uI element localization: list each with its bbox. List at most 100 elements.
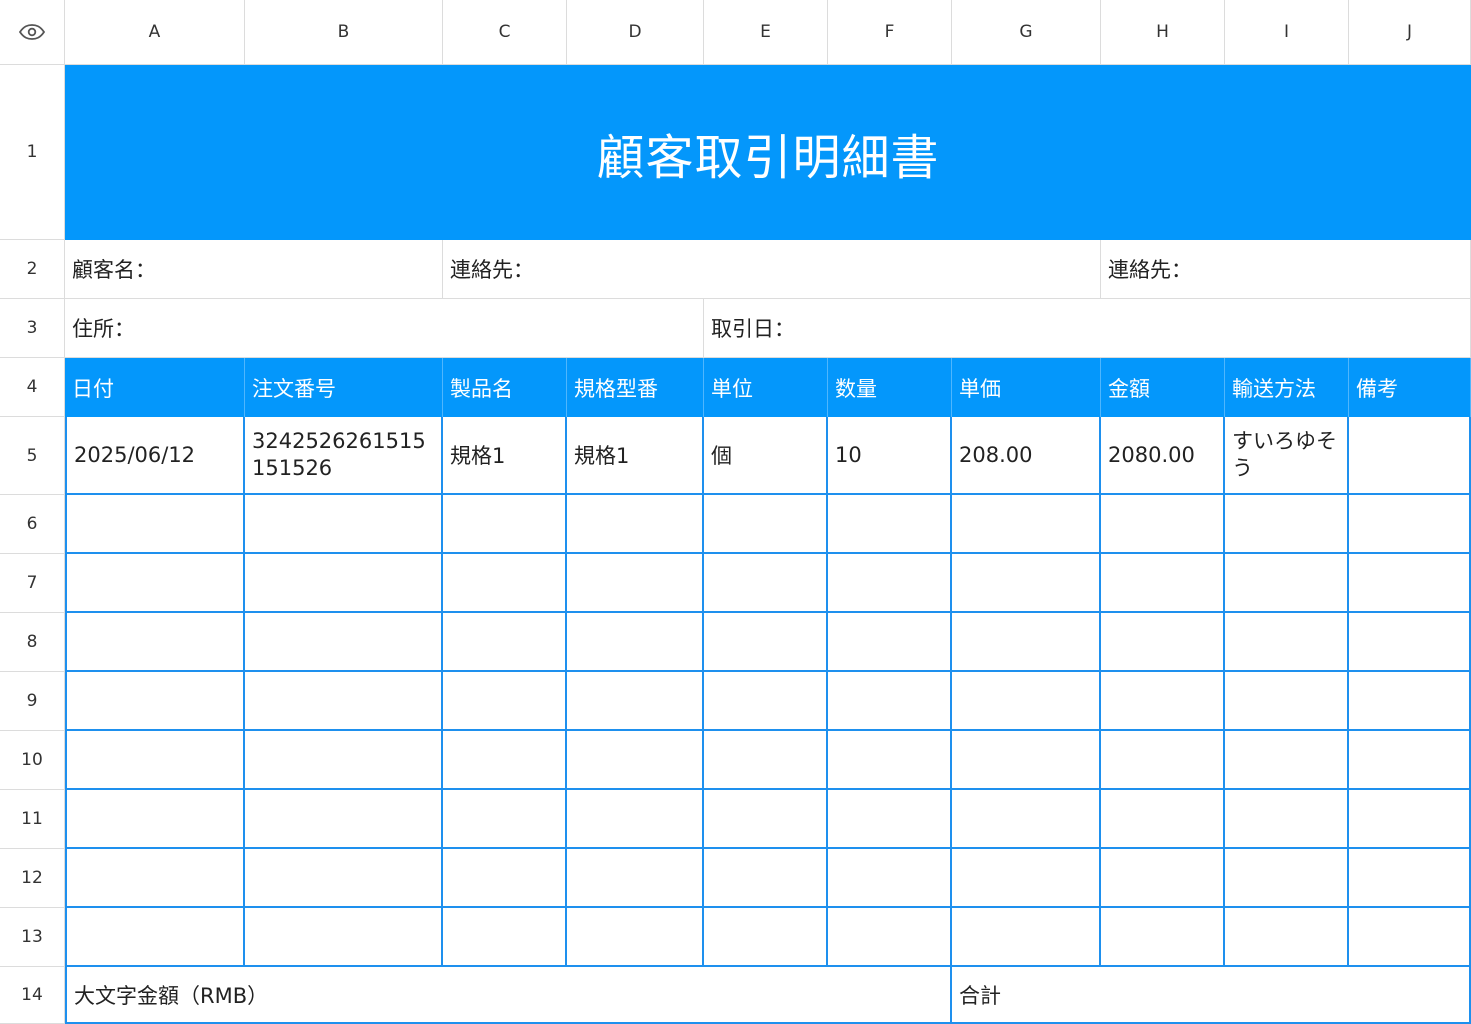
row-header-1[interactable]: 1 bbox=[0, 65, 65, 240]
empty-cell[interactable] bbox=[952, 849, 1101, 908]
empty-cell[interactable] bbox=[567, 908, 704, 967]
column-header-g[interactable]: G bbox=[952, 0, 1101, 65]
empty-cell[interactable] bbox=[1225, 613, 1349, 672]
title-cell[interactable]: 顧客取引明細書 bbox=[65, 65, 1471, 240]
empty-cell[interactable] bbox=[1101, 495, 1225, 554]
empty-cell[interactable] bbox=[245, 495, 443, 554]
empty-cell[interactable] bbox=[567, 849, 704, 908]
empty-cell[interactable] bbox=[704, 554, 828, 613]
empty-cell[interactable] bbox=[828, 495, 952, 554]
empty-cell[interactable] bbox=[1225, 672, 1349, 731]
empty-cell[interactable] bbox=[1349, 908, 1471, 967]
empty-cell[interactable] bbox=[952, 908, 1101, 967]
row-header-11[interactable]: 11 bbox=[0, 790, 65, 849]
empty-cell[interactable] bbox=[443, 554, 567, 613]
empty-cell[interactable] bbox=[952, 672, 1101, 731]
cell-unit-price[interactable]: 208.00 bbox=[952, 417, 1101, 495]
empty-cell[interactable] bbox=[245, 790, 443, 849]
row-header-6[interactable]: 6 bbox=[0, 495, 65, 554]
row-header-8[interactable]: 8 bbox=[0, 613, 65, 672]
header-unit-price[interactable]: 単価 bbox=[952, 358, 1101, 417]
empty-cell[interactable] bbox=[704, 613, 828, 672]
row-header-12[interactable]: 12 bbox=[0, 849, 65, 908]
amount-in-words-cell[interactable]: 大文字金額（RMB） bbox=[65, 967, 952, 1024]
empty-cell[interactable] bbox=[245, 613, 443, 672]
trade-date-cell[interactable]: 取引日： bbox=[704, 299, 1471, 358]
empty-cell[interactable] bbox=[1349, 554, 1471, 613]
empty-cell[interactable] bbox=[828, 554, 952, 613]
empty-cell[interactable] bbox=[1349, 495, 1471, 554]
empty-cell[interactable] bbox=[567, 495, 704, 554]
empty-cell[interactable] bbox=[443, 790, 567, 849]
empty-cell[interactable] bbox=[952, 790, 1101, 849]
empty-cell[interactable] bbox=[443, 908, 567, 967]
select-all-corner[interactable] bbox=[0, 0, 65, 65]
empty-cell[interactable] bbox=[952, 613, 1101, 672]
row-header-9[interactable]: 9 bbox=[0, 672, 65, 731]
cell-amount[interactable]: 2080.00 bbox=[1101, 417, 1225, 495]
empty-cell[interactable] bbox=[1101, 554, 1225, 613]
row-header-3[interactable]: 3 bbox=[0, 299, 65, 358]
empty-cell[interactable] bbox=[1349, 672, 1471, 731]
empty-cell[interactable] bbox=[1349, 731, 1471, 790]
empty-cell[interactable] bbox=[567, 790, 704, 849]
empty-cell[interactable] bbox=[65, 672, 245, 731]
empty-cell[interactable] bbox=[245, 672, 443, 731]
empty-cell[interactable] bbox=[704, 790, 828, 849]
empty-cell[interactable] bbox=[1101, 613, 1225, 672]
empty-cell[interactable] bbox=[65, 849, 245, 908]
empty-cell[interactable] bbox=[952, 554, 1101, 613]
header-model-number[interactable]: 規格型番 bbox=[567, 358, 704, 417]
address-cell[interactable]: 住所： bbox=[65, 299, 704, 358]
empty-cell[interactable] bbox=[1101, 790, 1225, 849]
empty-cell[interactable] bbox=[704, 731, 828, 790]
row-header-7[interactable]: 7 bbox=[0, 554, 65, 613]
empty-cell[interactable] bbox=[443, 495, 567, 554]
empty-cell[interactable] bbox=[567, 613, 704, 672]
empty-cell[interactable] bbox=[1225, 849, 1349, 908]
empty-cell[interactable] bbox=[704, 672, 828, 731]
empty-cell[interactable] bbox=[1349, 613, 1471, 672]
empty-cell[interactable] bbox=[245, 554, 443, 613]
empty-cell[interactable] bbox=[443, 849, 567, 908]
column-header-a[interactable]: A bbox=[65, 0, 245, 65]
empty-cell[interactable] bbox=[1225, 495, 1349, 554]
header-shipping-method[interactable]: 輸送方法 bbox=[1225, 358, 1349, 417]
cell-remarks[interactable] bbox=[1349, 417, 1471, 495]
empty-cell[interactable] bbox=[567, 672, 704, 731]
header-unit[interactable]: 単位 bbox=[704, 358, 828, 417]
empty-cell[interactable] bbox=[245, 849, 443, 908]
cell-order-number[interactable]: 3242526261515151526 bbox=[245, 417, 443, 495]
empty-cell[interactable] bbox=[704, 849, 828, 908]
header-date[interactable]: 日付 bbox=[65, 358, 245, 417]
empty-cell[interactable] bbox=[65, 908, 245, 967]
contact-cell-1[interactable]: 連絡先： bbox=[443, 240, 1101, 299]
empty-cell[interactable] bbox=[704, 908, 828, 967]
empty-cell[interactable] bbox=[65, 731, 245, 790]
row-header-13[interactable]: 13 bbox=[0, 908, 65, 967]
column-header-h[interactable]: H bbox=[1101, 0, 1225, 65]
total-cell[interactable]: 合計 bbox=[952, 967, 1471, 1024]
empty-cell[interactable] bbox=[828, 849, 952, 908]
empty-cell[interactable] bbox=[1101, 672, 1225, 731]
empty-cell[interactable] bbox=[952, 495, 1101, 554]
header-product-name[interactable]: 製品名 bbox=[443, 358, 567, 417]
empty-cell[interactable] bbox=[443, 613, 567, 672]
contact-cell-2[interactable]: 連絡先： bbox=[1101, 240, 1471, 299]
empty-cell[interactable] bbox=[1101, 849, 1225, 908]
empty-cell[interactable] bbox=[443, 731, 567, 790]
eye-icon[interactable] bbox=[19, 24, 45, 40]
column-header-d[interactable]: D bbox=[567, 0, 704, 65]
column-header-i[interactable]: I bbox=[1225, 0, 1349, 65]
empty-cell[interactable] bbox=[1225, 731, 1349, 790]
empty-cell[interactable] bbox=[1225, 908, 1349, 967]
column-header-c[interactable]: C bbox=[443, 0, 567, 65]
empty-cell[interactable] bbox=[245, 908, 443, 967]
column-header-f[interactable]: F bbox=[828, 0, 952, 65]
empty-cell[interactable] bbox=[65, 790, 245, 849]
empty-cell[interactable] bbox=[1225, 790, 1349, 849]
empty-cell[interactable] bbox=[828, 731, 952, 790]
empty-cell[interactable] bbox=[65, 554, 245, 613]
empty-cell[interactable] bbox=[1225, 554, 1349, 613]
empty-cell[interactable] bbox=[443, 672, 567, 731]
